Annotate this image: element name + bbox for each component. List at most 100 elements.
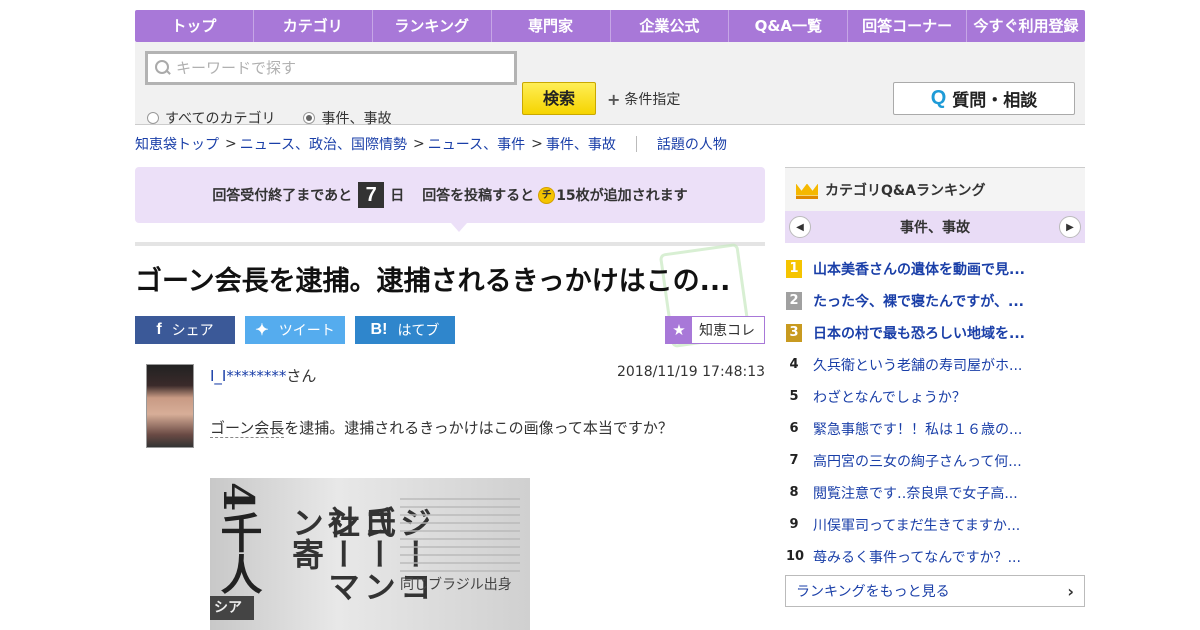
rank-link[interactable]: 川俣軍司ってまだ生きてますか... [813,515,1020,535]
chiekore-button[interactable]: ★ 知恵コレ [665,316,765,344]
days-remaining: 7 [358,182,385,208]
list-item[interactable]: 1 山本美香さんの遺体を動画で見... [785,253,1085,285]
ask-question-button[interactable]: Q 質問・相談 [893,82,1075,115]
rank-link[interactable]: たった今、裸で寝たんですが、... [813,291,1024,311]
breadcrumb-item[interactable]: ニュース、政治、国際情勢 [240,134,407,154]
ask-question-label: 質問・相談 [952,91,1038,111]
nav-register[interactable]: 今すぐ利用登録 [967,10,1085,42]
radio-checked-icon [303,112,316,124]
list-item[interactable]: 2 たった今、裸で寝たんですが、... [785,285,1085,317]
notice-suffix: 回答を投稿すると [422,188,535,204]
rank-link[interactable]: 苺みるく事件ってなんですか？... [813,547,1021,567]
facebook-icon: f [156,321,162,338]
rank-link[interactable]: 閲覧注意です‥奈良県で女子高... [813,483,1018,503]
rank-link[interactable]: 久兵衛という老舗の寿司屋がホ... [813,355,1022,375]
search-button[interactable]: 検索 [522,82,596,115]
share-label: ツイート [278,323,335,339]
search-input[interactable] [176,59,506,77]
rank-number: 10 [786,549,805,564]
radio-unchecked-icon [147,112,159,124]
ranking-category-switcher: ◀ 事件、事故 ▶ [785,211,1085,243]
rank-link[interactable]: 山本美香さんの遺体を動画で見... [813,259,1025,279]
ranking-category: 事件、事故 [900,220,970,236]
rank-link[interactable]: わざとなんでしょうか？ [813,387,966,407]
question-body: ゴーン会長を逮捕。逮捕されるきっかけはこの画像って本当ですか？ [210,417,673,438]
twitter-share-button[interactable]: ✦ ツイート [245,316,345,344]
rank-link[interactable]: 緊急事態です！！私は１６歳の... [813,419,1022,439]
list-item[interactable]: 8 閲覧注意です‥奈良県で女子高... [785,477,1085,509]
ranking-list: 1 山本美香さんの遺体を動画で見... 2 たった今、裸で寝たんですが、... 3日… [785,253,1085,573]
ranking-title: カテゴリQ&Aランキング [825,182,986,199]
breadcrumb-item[interactable]: 事件、事故 [546,134,616,154]
radio-all-categories[interactable]: すべてのカテゴリ [147,108,275,128]
author-honorific: さん [286,367,317,385]
avatar[interactable] [146,364,194,448]
related-topic-link[interactable]: 話題の人物 [657,134,727,154]
image-caption: 同じブラジル出身 [400,577,512,593]
radio-current-category[interactable]: 事件、事故 [303,108,391,128]
category-scope: すべてのカテゴリ 事件、事故 [147,108,419,128]
author-link[interactable]: I_I******** [210,367,286,385]
list-item[interactable]: 9 川俣軍司ってまだ生きてますか... [785,509,1085,541]
chevron-right-icon: › [1067,581,1074,601]
nav-qa-list[interactable]: Q&A一覧 [729,10,849,42]
rank-number: 1 [786,260,802,278]
answer-deadline-notice: 回答受付終了まであと 7 日 回答を投稿すると チ 15枚が追加されます [135,167,765,232]
share-label: シェア [171,323,214,339]
breadcrumb-item[interactable]: ニュース、事件 [428,134,525,154]
breadcrumb-separator: > [413,136,425,152]
q-icon: Q [930,87,947,109]
image-headline: 4千人 [214,482,263,596]
breadcrumb-divider [635,136,637,152]
page: トップ カテゴリ ランキング 専門家 企業公式 Q&A一覧 回答コーナー 今すぐ… [135,10,1085,630]
rank-number: 9 [789,517,799,532]
share-label: はてブ [397,323,440,339]
nav-ranking[interactable]: ランキング [373,10,492,42]
next-arrow-icon[interactable]: ▶ [1059,216,1081,238]
radio-label: すべてのカテゴリ [165,111,276,127]
ranking-sidebar: カテゴリQ&Aランキング ◀ 事件、事故 ▶ 1 山本美香さんの遺体を動画で見..… [785,167,1085,607]
hatena-icon: B! [370,321,388,338]
conditions-label: 条件指定 [624,92,681,108]
image-column: シーマン寄 [287,506,361,602]
hatena-bookmark-button[interactable]: B! はてブ [355,316,455,344]
list-item[interactable]: 5 わざとなんでしょうか？ [785,381,1085,413]
list-item[interactable]: 6 緊急事態です！！私は１６歳の... [785,413,1085,445]
nav-top[interactable]: トップ [135,10,254,42]
rank-number: 7 [789,453,799,468]
crown-icon [795,180,819,200]
list-item[interactable]: 4 久兵衛という老舗の寿司屋がホ... [785,349,1085,381]
facebook-share-button[interactable]: f シェア [135,316,235,344]
search-box[interactable] [145,51,517,85]
prev-arrow-icon[interactable]: ◀ [789,216,811,238]
search-icon [154,59,172,77]
breadcrumb: 知恵袋トップ > ニュース、政治、国際情勢 > ニュース、事件 > 事件、事故 … [135,134,727,154]
rank-number: 2 [786,292,802,310]
conditions-link[interactable]: + 条件指定 [607,89,680,109]
notice-prefix: 回答受付終了まであと [212,188,353,204]
notice-unit: 日 [390,188,405,204]
plus-icon: + [607,89,621,109]
twitter-icon: ✦ [255,322,269,339]
question-author: I_I********さん [210,365,316,386]
newsprint-lines [400,492,520,572]
list-item[interactable]: 7 高円宮の三女の絢子さんって何... [785,445,1085,477]
nav-category[interactable]: カテゴリ [254,10,373,42]
rank-link[interactable]: 日本の村で最も恐ろしい地域を... [813,323,1025,343]
rank-number: 3 [786,324,802,342]
image-tag: シア [210,596,254,620]
question-image[interactable]: 4千人 ジーコ氏 ゴーン社 シーマン寄 同じブラジル出身 シア [210,478,530,630]
breadcrumb-item[interactable]: 知恵袋トップ [135,134,219,154]
list-item[interactable]: 10 苺みるく事件ってなんですか？... [785,541,1085,573]
more-ranking-link[interactable]: ランキングをもっと見る › [785,575,1085,607]
nav-official[interactable]: 企業公式 [611,10,730,42]
list-item[interactable]: 3 日本の村で最も恐ろしい地域を... [785,317,1085,349]
rank-link[interactable]: 高円宮の三女の絢子さんって何... [813,451,1022,471]
more-ranking-label: ランキングをもっと見る [796,584,950,600]
nav-answer-corner[interactable]: 回答コーナー [848,10,968,42]
keyword-link[interactable]: ゴーン会長 [210,419,285,438]
chiekore-label: 知恵コレ [699,323,755,339]
global-nav: トップ カテゴリ ランキング 専門家 企業公式 Q&A一覧 回答コーナー 今すぐ… [135,10,1085,42]
nav-experts[interactable]: 専門家 [492,10,611,42]
breadcrumb-separator: > [225,136,237,152]
